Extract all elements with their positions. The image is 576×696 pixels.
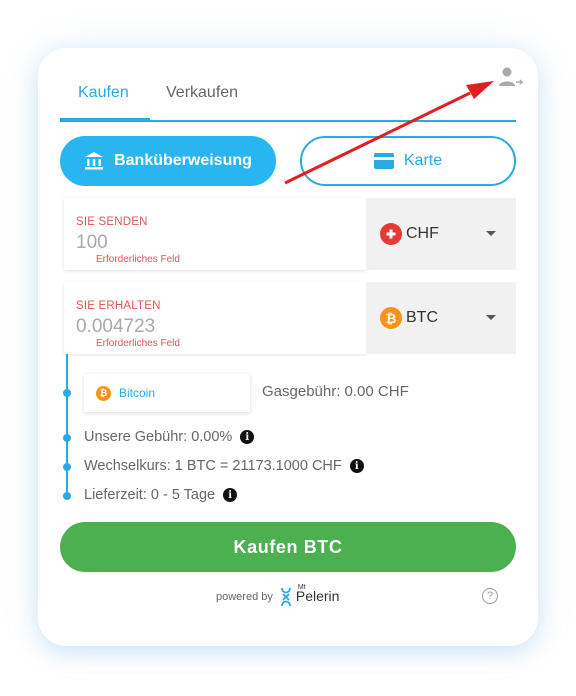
info-icon[interactable]: i (240, 430, 255, 444)
mt-pelerin-logo[interactable]: Mt Pelerin (279, 584, 339, 608)
powered-by-text: powered by (216, 591, 273, 603)
bank-transfer-label: Banküberweisung (114, 152, 252, 169)
bank-icon (85, 152, 104, 170)
tab-bar: Kaufen Verkaufen (60, 78, 516, 122)
brand-mt: Mt (297, 584, 306, 591)
gas-fee-text: Gasgebühr: 0.00 CHF (262, 383, 409, 400)
tab-sell[interactable]: Verkaufen (166, 84, 238, 102)
network-chip[interactable]: ₿ Bitcoin (84, 374, 250, 412)
send-error: Erforderliches Feld (96, 254, 180, 265)
receive-field: SIE ERHALTEN 0.004723 Erforderliches Fel… (64, 282, 516, 354)
receive-amount-input[interactable]: 0.004723 (76, 316, 155, 338)
timeline-dot (63, 492, 71, 500)
send-amount-input[interactable]: 100 (76, 232, 108, 254)
widget-card: Kaufen Verkaufen Banküberweisung Karte S… (38, 48, 538, 646)
buy-button[interactable]: Kaufen BTC (60, 522, 516, 572)
timeline-dot (63, 434, 71, 442)
receive-currency-code: BTC (406, 309, 438, 326)
bank-transfer-button[interactable]: Banküberweisung (60, 136, 276, 186)
details-timeline (66, 354, 68, 496)
send-field: SIE SENDEN 100 Erforderliches Feld CHF (64, 198, 516, 270)
chevron-down-icon (486, 231, 496, 236)
chevron-down-icon (486, 315, 496, 320)
fee-text: Unsere Gebühr: 0.00% (84, 429, 233, 445)
send-input-box[interactable]: SIE SENDEN 100 Erforderliches Feld (64, 198, 366, 270)
card-payment-button[interactable]: Karte (300, 136, 516, 186)
bitcoin-icon: ₿ (96, 385, 111, 401)
delivery-text: Lieferzeit: 0 - 5 Tage (84, 487, 216, 503)
card-icon (373, 153, 394, 169)
info-icon[interactable]: i (349, 459, 364, 473)
send-currency-code: CHF (406, 225, 439, 242)
info-icon[interactable]: i (223, 488, 238, 502)
receive-input-box[interactable]: SIE ERHALTEN 0.004723 Erforderliches Fel… (64, 282, 366, 354)
user-transfer-icon[interactable] (498, 66, 524, 88)
active-tab-indicator (60, 118, 150, 122)
receive-error: Erforderliches Feld (96, 338, 180, 349)
rate-text: Wechselkurs: 1 BTC = 21173.1000 CHF (84, 458, 342, 474)
timeline-dot (63, 463, 71, 471)
rate-row: Wechselkurs: 1 BTC = 21173.1000 CHF i (84, 458, 364, 474)
receive-currency-select[interactable]: ₿ BTC (366, 282, 516, 354)
send-currency-select[interactable]: CHF (366, 198, 516, 270)
card-payment-label: Karte (403, 152, 443, 169)
help-icon[interactable]: ? (482, 588, 498, 604)
bitcoin-icon: ₿ (380, 307, 402, 329)
swiss-flag-icon (380, 223, 402, 245)
footer-branding: powered by Mt Pelerin (216, 584, 339, 608)
receive-label: SIE ERHALTEN (76, 300, 161, 312)
send-label: SIE SENDEN (76, 216, 148, 228)
fee-row: Unsere Gebühr: 0.00% i (84, 429, 255, 445)
timeline-dot (63, 389, 71, 397)
network-chip-label: Bitcoin (119, 386, 156, 400)
delivery-row: Lieferzeit: 0 - 5 Tage i (84, 487, 238, 503)
tab-buy[interactable]: Kaufen (78, 84, 129, 102)
